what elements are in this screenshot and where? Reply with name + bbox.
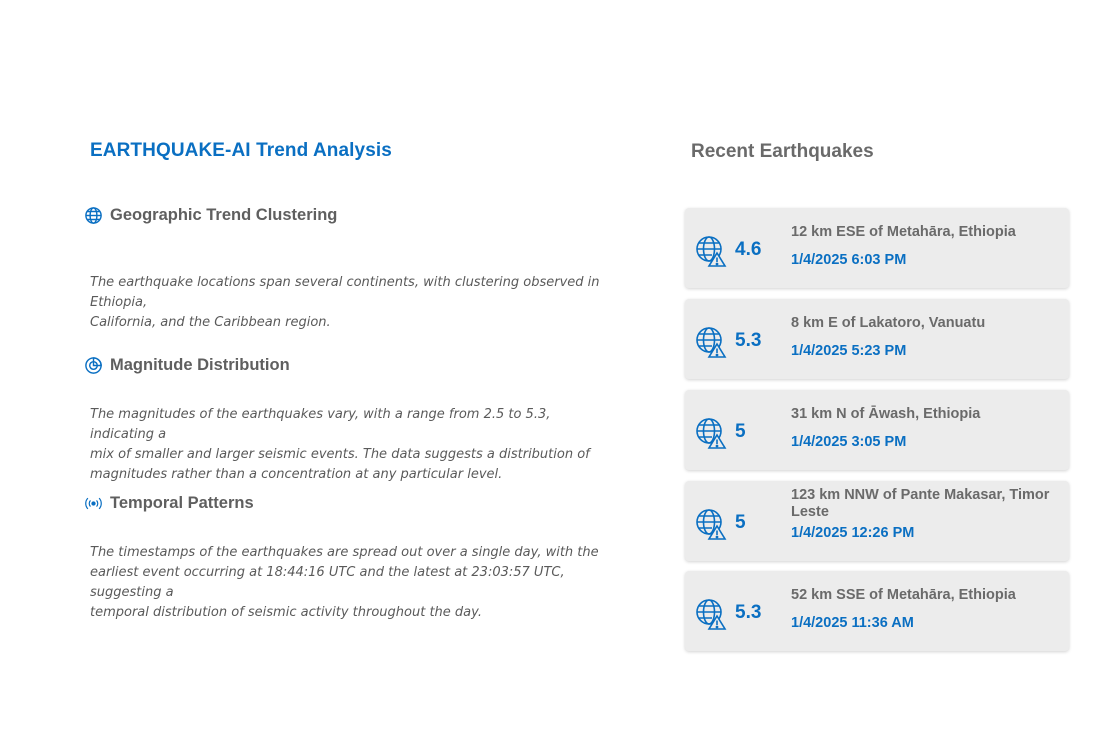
description-line: magnitudes rather than a concentration a…	[90, 467, 503, 482]
globe-warning-icon	[695, 598, 727, 630]
section-title: Temporal Patterns	[110, 494, 254, 512]
earthquake-card[interactable]: 5.3 52 km SSE of Metahāra, Ethiopia 1/4/…	[685, 571, 1069, 651]
earthquake-card[interactable]: 4.6 12 km ESE of Metahāra, Ethiopia 1/4/…	[685, 208, 1069, 288]
section-title: Magnitude Distribution	[110, 356, 290, 374]
section-title: Geographic Trend Clustering	[110, 206, 338, 224]
date-text: 1/4/2025 12:26 PM	[791, 525, 915, 541]
description-line: mix of smaller and larger seismic events…	[90, 447, 590, 462]
broadcast-icon	[84, 494, 103, 513]
location-text: 12 km ESE of Metahāra, Ethiopia	[791, 224, 1016, 240]
section-geographic: Geographic Trend Clustering The earthqua…	[84, 206, 604, 333]
date-text: 1/4/2025 5:23 PM	[791, 343, 907, 359]
globe-warning-icon	[695, 326, 727, 358]
date-text: 1/4/2025 6:03 PM	[791, 252, 907, 268]
section-description: The earthquake locations span several co…	[90, 273, 604, 333]
description-line: earliest event occurring at 18:44:16 UTC…	[90, 565, 565, 600]
date-text: 1/4/2025 3:05 PM	[791, 434, 907, 450]
magnitude-value: 5.3	[735, 330, 762, 351]
description-line: The timestamps of the earthquakes are sp…	[90, 545, 599, 560]
description-line: The magnitudes of the earthquakes vary, …	[90, 407, 551, 442]
earthquake-card[interactable]: 5 123 km NNW of Pante Makasar, Timor Les…	[685, 481, 1069, 561]
section-temporal: Temporal Patterns The timestamps of the …	[84, 494, 604, 623]
description-line: temporal distribution of seismic activit…	[90, 605, 482, 620]
magnitude-value: 5	[735, 512, 746, 533]
magnitude-value: 5	[735, 421, 746, 442]
description-line: The earthquake locations span several co…	[90, 275, 600, 310]
location-text: 123 km NNW of Pante Makasar, Timor Leste	[791, 487, 1050, 520]
date-text: 1/4/2025 11:36 AM	[791, 615, 914, 631]
page: EARTHQUAKE-AI Trend Analysis Geographic …	[0, 0, 1114, 742]
earthquake-card[interactable]: 5 31 km N of Āwash, Ethiopia 1/4/2025 3:…	[685, 390, 1069, 470]
recent-earthquakes-title: Recent Earthquakes	[691, 141, 874, 162]
globe-icon	[84, 206, 103, 225]
section-magnitude: Magnitude Distribution The magnitudes of…	[84, 356, 604, 485]
earthquake-card[interactable]: 5.3 8 km E of Lakatoro, Vanuatu 1/4/2025…	[685, 299, 1069, 379]
description-line: California, and the Caribbean region.	[90, 315, 331, 330]
globe-warning-icon	[695, 417, 727, 449]
page-title: EARTHQUAKE-AI Trend Analysis	[90, 140, 392, 161]
location-text: 31 km N of Āwash, Ethiopia	[791, 406, 981, 422]
magnitude-icon	[84, 356, 103, 375]
location-text: 8 km E of Lakatoro, Vanuatu	[791, 315, 986, 331]
globe-warning-icon	[695, 235, 727, 267]
trend-analysis-panel: EARTHQUAKE-AI Trend Analysis	[84, 140, 604, 162]
section-description: The timestamps of the earthquakes are sp…	[90, 543, 604, 623]
section-description: The magnitudes of the earthquakes vary, …	[90, 405, 604, 485]
location-text: 52 km SSE of Metahāra, Ethiopia	[791, 587, 1016, 603]
magnitude-value: 5.3	[735, 602, 762, 623]
globe-warning-icon	[695, 508, 727, 540]
magnitude-value: 4.6	[735, 239, 762, 260]
